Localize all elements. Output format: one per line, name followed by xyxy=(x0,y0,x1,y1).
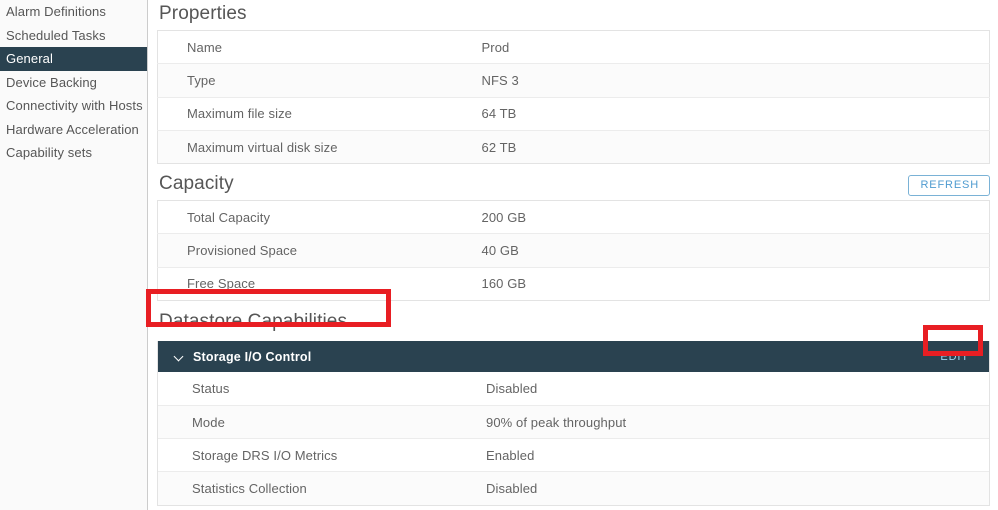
sioc-value: Disabled xyxy=(486,380,538,396)
storage-io-control-header[interactable]: Storage I/O Control EDIT xyxy=(158,341,989,373)
capacity-key: Provisioned Space xyxy=(157,233,478,268)
refresh-button[interactable]: REFRESH xyxy=(908,175,990,197)
property-key: Maximum virtual disk size xyxy=(157,129,478,164)
table-row: Maximum virtual disk size 62 TB xyxy=(157,129,990,164)
capacity-value: 40 GB xyxy=(477,233,990,268)
capacity-value: 160 GB xyxy=(477,266,990,301)
sidebar-item-capability-sets[interactable]: Capability sets xyxy=(0,141,147,165)
sidebar-item-connectivity-with-hosts[interactable]: Connectivity with Hosts xyxy=(0,94,147,118)
sidebar-item-label: Capability sets xyxy=(6,145,93,160)
capacity-table: Total Capacity 200 GB Provisioned Space … xyxy=(157,200,990,302)
sioc-key: Mode xyxy=(158,404,478,439)
datastore-capabilities-section-title: Datastore Capabilities xyxy=(159,311,348,333)
sioc-key: Status xyxy=(192,380,230,396)
storage-io-control-title: Storage I/O Control xyxy=(193,349,312,364)
edit-button[interactable]: EDIT xyxy=(936,349,973,365)
capacity-value: 200 GB xyxy=(481,209,527,225)
storage-io-control-panel: Storage I/O Control EDIT Status Disabled… xyxy=(157,341,990,507)
capacity-section-header: Capacity REFRESH xyxy=(157,164,990,200)
sidebar-item-label: Scheduled Tasks xyxy=(6,27,106,43)
sidebar-item-label: Alarm Definitions xyxy=(6,4,106,19)
sidebar-item-hardware-acceleration[interactable]: Hardware Acceleration xyxy=(0,118,147,142)
sidebar-item-alarm-definitions[interactable]: Alarm Definitions xyxy=(0,0,147,24)
sidebar-item-label: Hardware Acceleration xyxy=(6,121,139,137)
table-row: Free Space 160 GB xyxy=(157,266,990,301)
sidebar-item-device-backing[interactable]: Device Backing xyxy=(0,71,147,95)
sidebar-item-scheduled-tasks[interactable]: Scheduled Tasks xyxy=(0,24,147,48)
sioc-value: Disabled xyxy=(478,471,989,506)
main-content: Properties Name Prod Type NFS 3 Maximum … xyxy=(148,0,998,510)
table-row: Status Disabled xyxy=(158,372,989,405)
property-value: Prod xyxy=(481,39,510,55)
sioc-value: Enabled xyxy=(478,438,989,472)
property-key: Maximum file size xyxy=(157,96,478,131)
datastore-general-page: Alarm Definitions Scheduled Tasks Genera… xyxy=(0,0,998,510)
sioc-value: 90% of peak throughput xyxy=(478,404,989,439)
table-row: Mode 90% of peak throughput xyxy=(158,404,989,439)
capacity-section-title: Capacity xyxy=(159,173,234,195)
table-row: Total Capacity 200 GB xyxy=(158,201,990,234)
table-row: Statistics Collection Disabled xyxy=(158,471,989,506)
sidebar-nav: Alarm Definitions Scheduled Tasks Genera… xyxy=(0,0,148,510)
table-row: Maximum file size 64 TB xyxy=(157,96,990,131)
sioc-key: Storage DRS I/O Metrics xyxy=(158,438,478,472)
properties-table: Name Prod Type NFS 3 Maximum file size 6… xyxy=(157,30,990,165)
sidebar-item-label: Connectivity with Hosts xyxy=(6,98,143,113)
table-row: Name Prod xyxy=(158,31,990,64)
property-key: Type xyxy=(157,63,478,98)
table-row: Provisioned Space 40 GB xyxy=(157,233,990,268)
property-value: NFS 3 xyxy=(477,63,990,98)
table-row: Storage DRS I/O Metrics Enabled xyxy=(158,438,989,472)
chevron-down-icon[interactable] xyxy=(174,351,185,362)
sidebar-item-label: General xyxy=(6,51,53,66)
property-key: Name xyxy=(187,39,223,55)
sidebar-item-label: Device Backing xyxy=(6,74,97,90)
capacity-key: Free Space xyxy=(157,266,478,301)
storage-io-control-table: Status Disabled Mode 90% of peak through… xyxy=(158,372,989,506)
capacity-key: Total Capacity xyxy=(187,209,271,225)
property-value: 64 TB xyxy=(477,96,990,131)
property-value: 62 TB xyxy=(477,129,990,164)
sidebar-item-general[interactable]: General xyxy=(0,47,147,71)
properties-section-title: Properties xyxy=(159,3,247,24)
table-row: Type NFS 3 xyxy=(157,63,990,98)
sioc-key: Statistics Collection xyxy=(158,471,478,506)
